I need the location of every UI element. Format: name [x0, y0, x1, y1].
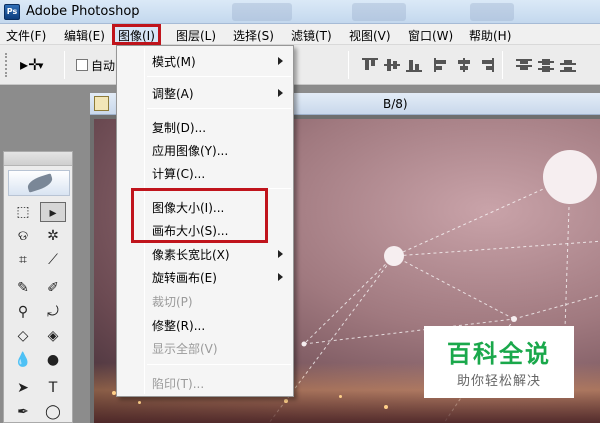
distribute-bottom-icon[interactable]: [560, 58, 576, 72]
toolbox-header[interactable]: [4, 152, 72, 166]
align-top-icon[interactable]: [362, 58, 378, 72]
menu-view[interactable]: 视图(V): [349, 27, 391, 44]
blur-tool-icon[interactable]: 💧: [10, 350, 36, 370]
magic-wand-tool-icon[interactable]: ✲: [40, 226, 66, 246]
menu-file[interactable]: 文件(F): [6, 27, 46, 44]
menu-item-apply-image[interactable]: 应用图像(Y)...: [117, 139, 293, 159]
watermark-subtitle: 助你轻松解决: [456, 374, 541, 389]
menu-separator: [147, 364, 291, 365]
options-bar-grip[interactable]: [5, 53, 8, 77]
title-bar-blur: [470, 3, 514, 21]
photoshop-logo-icon: Ps: [4, 4, 20, 20]
align-right-icon[interactable]: [478, 58, 494, 72]
menu-image[interactable]: 图像(I): [112, 24, 161, 45]
menu-filter[interactable]: 滤镜(T): [291, 27, 332, 44]
pen-tool-icon[interactable]: ✒: [10, 402, 36, 422]
document-title: B/8): [383, 97, 408, 111]
distribute-top-icon[interactable]: [516, 58, 532, 72]
submenu-arrow-icon: [278, 250, 283, 258]
type-tool-icon[interactable]: T: [40, 378, 66, 398]
options-divider: [348, 51, 349, 79]
menu-item-trim[interactable]: 修整(R)...: [117, 314, 293, 334]
menu-edit[interactable]: 编辑(E): [64, 27, 105, 44]
menu-help[interactable]: 帮助(H): [469, 27, 511, 44]
stamp-tool-icon[interactable]: ⚲: [10, 302, 36, 322]
submenu-arrow-icon: [278, 273, 283, 281]
menu-layer[interactable]: 图层(L): [176, 27, 216, 44]
options-divider: [64, 51, 65, 79]
light-dot: [138, 401, 141, 404]
menu-item-trap: 陷印(T)...: [152, 377, 205, 391]
ellipse-tool-icon[interactable]: ◯: [40, 402, 66, 422]
menu-bar: 文件(F) 编辑(E) 图像(I) 图层(L) 选择(S) 滤镜(T) 视图(V…: [0, 24, 600, 45]
auto-select-label: 自动: [91, 59, 116, 73]
distribute-center-icon[interactable]: [538, 58, 554, 72]
align-horizontal-center-icon[interactable]: [456, 58, 472, 72]
annotation-highlight-box: [131, 188, 268, 243]
auto-select-checkbox[interactable]: [76, 59, 88, 71]
align-vertical-center-icon[interactable]: [384, 58, 400, 72]
title-bar: Ps Adobe Photoshop: [0, 0, 600, 24]
document-icon: [94, 96, 109, 111]
dodge-tool-icon[interactable]: ●: [40, 350, 66, 370]
align-bottom-icon[interactable]: [406, 58, 422, 72]
title-bar-blur: [232, 3, 292, 21]
menu-item-adjust[interactable]: 调整(A): [117, 82, 293, 102]
submenu-arrow-icon: [278, 89, 283, 97]
watermark-title: 百科全说: [447, 340, 551, 368]
eraser-tool-icon[interactable]: ◇: [10, 326, 36, 346]
lasso-tool-icon[interactable]: ଡ: [10, 226, 36, 246]
move-tool-button-icon[interactable]: ▸: [40, 202, 66, 222]
menu-item-pixel-aspect-ratio[interactable]: 像素长宽比(X): [117, 243, 293, 263]
title-bar-blur: [352, 3, 406, 21]
slice-tool-icon[interactable]: ⟋: [40, 250, 66, 270]
watermark-logo: 百科全说 助你轻松解决: [424, 326, 574, 398]
menu-item-duplicate[interactable]: 复制(D)...: [117, 116, 293, 136]
feather-logo-icon[interactable]: [8, 170, 70, 196]
brush-tool-icon[interactable]: ✐: [40, 278, 66, 298]
light-dot: [284, 399, 288, 403]
tool-preset-chevron-down-icon[interactable]: ▼: [38, 62, 43, 70]
menu-item-mode[interactable]: 模式(M): [117, 50, 293, 70]
menu-item-crop: 裁切(P): [152, 295, 193, 309]
light-dot: [384, 405, 388, 409]
light-dot: [339, 395, 342, 398]
history-brush-tool-icon[interactable]: ⤾: [40, 302, 66, 322]
submenu-arrow-icon: [278, 57, 283, 65]
align-left-icon[interactable]: [434, 58, 450, 72]
menu-item-calculations[interactable]: 计算(C)...: [117, 162, 293, 182]
healing-brush-tool-icon[interactable]: ✎: [10, 278, 36, 298]
menu-select[interactable]: 选择(S): [233, 27, 274, 44]
app-title: Adobe Photoshop: [26, 4, 140, 19]
options-divider: [502, 51, 503, 79]
menu-separator: [147, 108, 291, 109]
path-selection-tool-icon[interactable]: ➤: [10, 378, 36, 398]
crop-tool-icon[interactable]: ⌗: [10, 250, 36, 270]
menu-item-rotate-canvas[interactable]: 旋转画布(E): [117, 266, 293, 286]
menu-separator: [147, 76, 291, 77]
menu-item-reveal-all: 显示全部(V): [152, 342, 218, 356]
options-bar: ▸✛ ▼ 自动: [0, 45, 600, 85]
toolbox-panel: ⬚ ▸ ଡ ✲ ⌗ ⟋ ✎ ✐ ⚲ ⤾ ◇ ◈ 💧 ● ➤ T ✒ ◯: [3, 151, 73, 423]
menu-window[interactable]: 窗口(W): [408, 27, 453, 44]
paint-bucket-tool-icon[interactable]: ◈: [40, 326, 66, 346]
marquee-tool-icon[interactable]: ⬚: [10, 202, 36, 222]
